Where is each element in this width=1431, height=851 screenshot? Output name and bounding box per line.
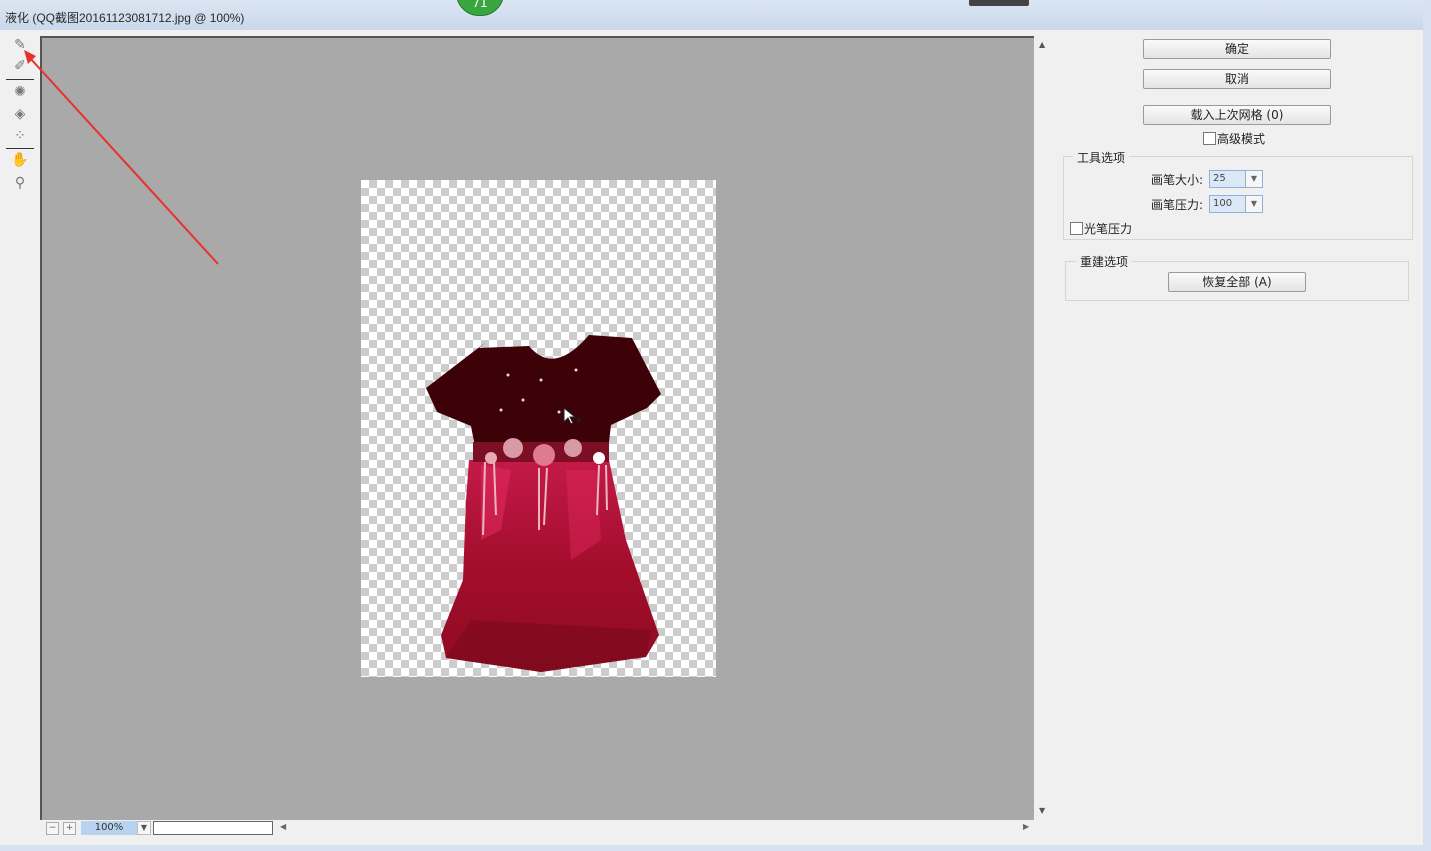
brush-size-value: 25 — [1213, 173, 1226, 184]
taskbar-thumbnail — [969, 0, 1029, 6]
tool-options-legend: 工具选项 — [1073, 149, 1130, 166]
brush-pressure-field[interactable]: 100 ▼ — [1209, 195, 1263, 213]
scroll-down-icon[interactable]: ▼ — [1039, 806, 1045, 815]
brush-size-label: 画笔大小: — [1151, 173, 1204, 187]
load-last-mesh-button[interactable]: 载入上次网格 (0) — [1143, 105, 1331, 125]
brush-pressure-label: 画笔压力: — [1151, 198, 1204, 212]
brush-pressure-value: 100 — [1213, 198, 1233, 209]
cursor-icon — [563, 406, 582, 425]
image-canvas[interactable] — [361, 180, 716, 677]
zoom-out-button[interactable]: − — [46, 822, 59, 835]
zoom-in-button[interactable]: + — [63, 822, 76, 835]
vertical-scrollbar[interactable]: ▲ ▼ — [1035, 36, 1051, 820]
reconstruct-options-legend: 重建选项 — [1076, 253, 1133, 270]
brush-size-field[interactable]: 25 ▼ — [1209, 170, 1263, 188]
ok-button[interactable]: 确定 — [1143, 39, 1331, 59]
stylus-pressure-label: 光笔压力 — [1084, 222, 1133, 236]
window-bottom-edge — [0, 845, 1431, 851]
stylus-pressure-checkbox[interactable] — [1070, 222, 1083, 235]
cancel-button[interactable]: 取消 — [1143, 69, 1331, 89]
advanced-mode-label: 高级模式 — [1217, 132, 1266, 146]
chevron-down-icon[interactable]: ▼ — [1245, 196, 1262, 212]
annotation-arrow-icon — [24, 50, 219, 265]
scroll-left-icon[interactable]: ◀ — [280, 822, 286, 831]
dress-image — [426, 335, 661, 672]
zoom-dropdown-icon[interactable]: ▼ — [137, 821, 151, 835]
zoom-bar: − + 100% ▼ ◀ ▶ — [40, 820, 1034, 836]
chevron-down-icon[interactable]: ▼ — [1245, 171, 1262, 187]
restore-all-button[interactable]: 恢复全部 (A) — [1168, 272, 1306, 292]
horizontal-scroll-track[interactable] — [153, 821, 273, 835]
scroll-up-icon[interactable]: ▲ — [1039, 40, 1045, 49]
zoom-level[interactable]: 100% — [81, 821, 137, 835]
advanced-mode-checkbox[interactable] — [1203, 132, 1216, 145]
window-right-edge — [1423, 0, 1431, 851]
scroll-right-icon[interactable]: ▶ — [1023, 822, 1029, 831]
